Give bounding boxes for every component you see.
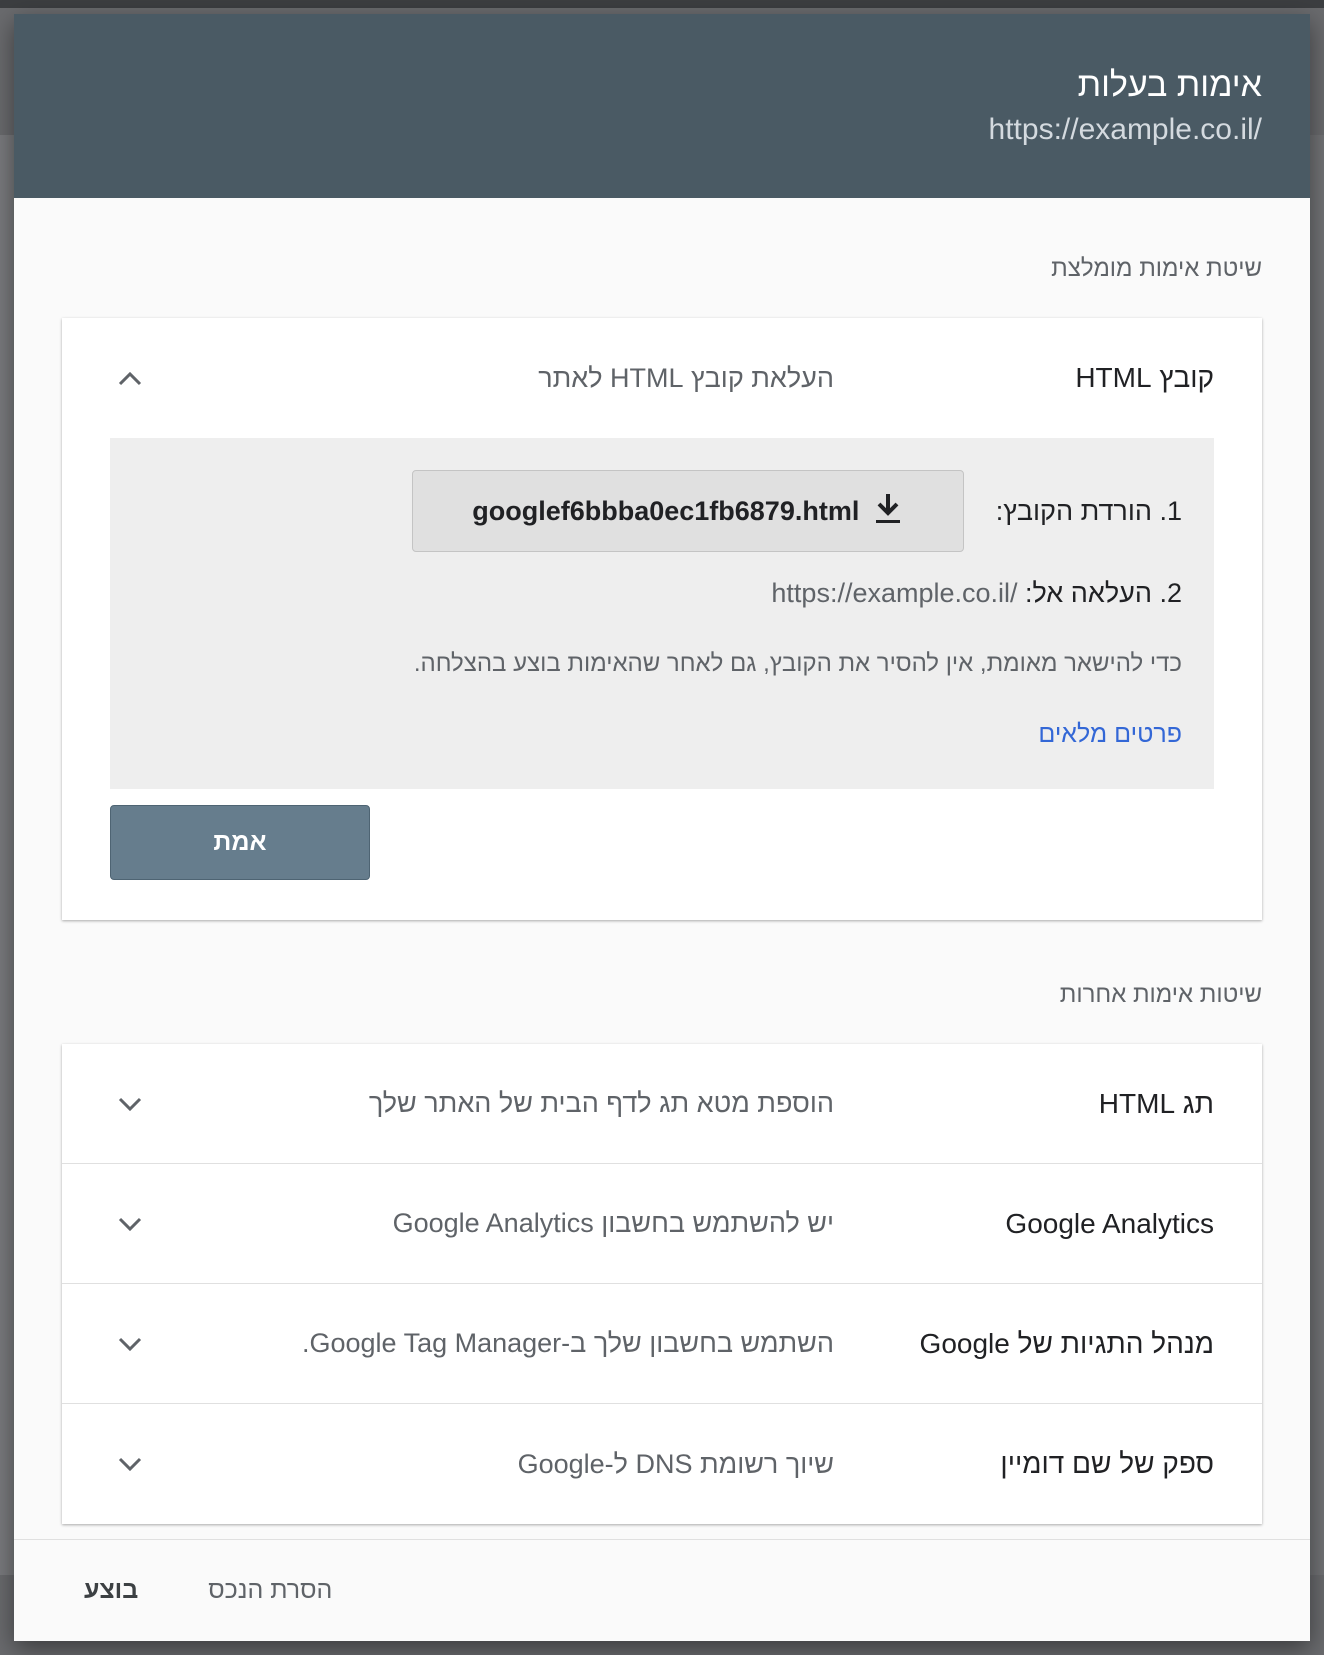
chevron-down-icon[interactable] [110,1444,150,1484]
step2-label: 2. העלאה אל: [1025,578,1182,608]
download-file-button[interactable]: googlef6bbba0ec1fb6879.html [411,470,964,552]
chevron-down-icon[interactable] [110,1084,150,1124]
chevron-down-icon[interactable] [110,1324,150,1364]
method-name: תג HTML [1098,1087,1214,1119]
recommended-section-label: שיטת אימות מומלצת [1051,255,1262,282]
html-file-method-header[interactable]: קובץ HTML העלאת קובץ HTML לאתר [62,318,1262,438]
dialog-header: אימות בעלות https://example.co.il/ [14,14,1310,198]
verify-row: אמת [62,789,1262,920]
method-name: Google Analytics [1005,1207,1214,1239]
download-filename: googlef6bbba0ec1fb6879.html [472,495,860,526]
method-name: ספק של שם דומיין [1000,1448,1214,1479]
method-name: מנהל התגיות של Google [919,1327,1214,1359]
ownership-verification-dialog: אימות בעלות https://example.co.il/ שיטת … [14,14,1310,1641]
method-description: העלאת קובץ HTML לאתר [538,362,834,393]
method-google-analytics[interactable]: Google Analytics יש להשתמש בחשבון Google… [62,1164,1262,1284]
full-details-link[interactable]: פרטים מלאים [1038,720,1182,749]
backdrop-left-strip [0,135,14,1575]
other-methods-section-label: שיטות אימות אחרות [1059,981,1262,1008]
other-methods-list: תג HTML הוספת מטא תג לדף הבית של האתר של… [62,1044,1262,1524]
recommended-method-card: קובץ HTML העלאת קובץ HTML לאתר 1. הורדת … [62,318,1262,920]
step-upload-row: 2. העלאה אל: https://example.co.il/ [142,576,1182,610]
remove-property-button[interactable]: הסרת הנכס [208,1576,332,1605]
backdrop-right-strip [1310,135,1324,1575]
method-domain-provider[interactable]: ספק של שם דומיין שיוך רשומת DNS ל-Google [62,1404,1262,1524]
method-google-tag-manager[interactable]: מנהל התגיות של Google השתמש בחשבון שלך ב… [62,1284,1262,1404]
upload-url: https://example.co.il/ [771,578,1018,608]
done-button[interactable]: בוצע [84,1576,138,1605]
chevron-down-icon[interactable] [110,1204,150,1244]
method-description: יש להשתמש בחשבון Google Analytics [392,1208,834,1238]
dialog-footer: הסרת הנכס בוצע [14,1539,1310,1641]
method-name: קובץ HTML [1075,362,1214,393]
method-html-tag[interactable]: תג HTML הוספת מטא תג לדף הבית של האתר של… [62,1044,1262,1164]
dialog-title: אימות בעלות [1077,66,1262,104]
dialog-subtitle-url: https://example.co.il/ [988,113,1262,146]
download-icon [873,492,903,531]
verify-button[interactable]: אמת [110,805,370,880]
step1-label: 1. הורדת הקובץ: [995,495,1182,526]
dialog-body: שיטת אימות מומלצת קובץ HTML העלאת קובץ H… [14,254,1310,1524]
backdrop-topbar [0,0,1324,8]
html-file-instructions-panel: 1. הורדת הקובץ: googlef6bbba0ec1fb6879.h… [110,438,1214,789]
method-description: השתמש בחשבון שלך ב-Google Tag Manager. [301,1328,834,1358]
keep-file-note: כדי להישאר מאומת, אין להסיר את הקובץ, גם… [413,650,1182,677]
step-download-row: 1. הורדת הקובץ: googlef6bbba0ec1fb6879.h… [142,470,1182,552]
chevron-up-icon[interactable] [110,358,150,398]
method-description: הוספת מטא תג לדף הבית של האתר שלך [368,1088,834,1118]
method-description: שיוך רשומת DNS ל-Google [517,1448,834,1479]
